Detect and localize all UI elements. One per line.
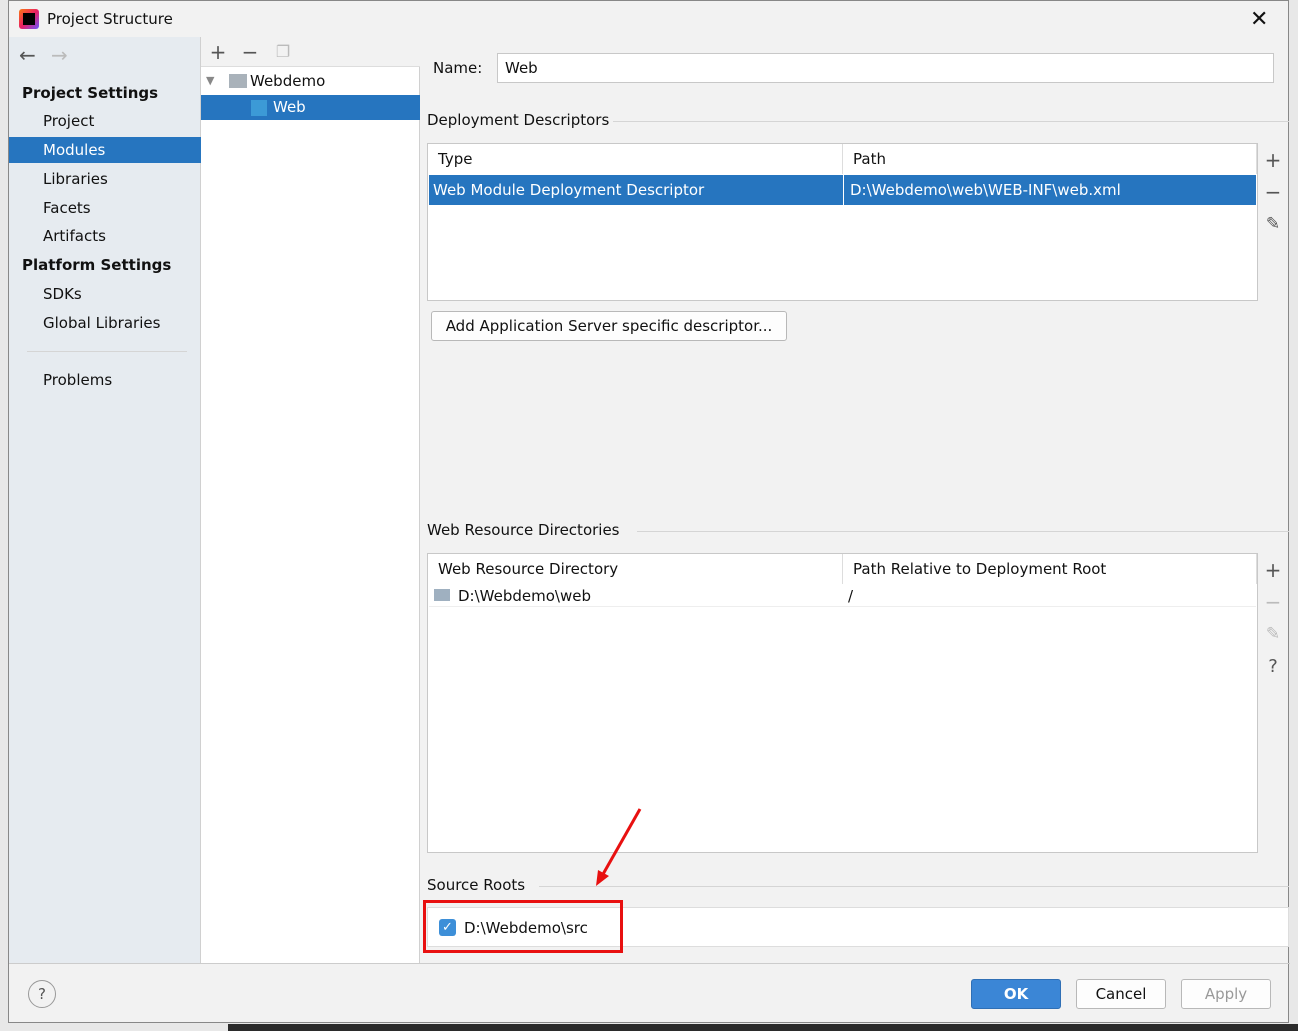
- platform-settings-header: Platform Settings: [22, 256, 172, 274]
- cell-directory: D:\Webdemo\web: [458, 587, 591, 605]
- remove-descriptor-icon[interactable]: −: [1263, 182, 1283, 202]
- nav-item-facets[interactable]: Facets: [9, 195, 201, 221]
- web-resource-directories-title: Web Resource Directories: [427, 521, 620, 539]
- column-header-directory[interactable]: Web Resource Directory: [428, 554, 843, 584]
- add-icon[interactable]: +: [208, 42, 228, 62]
- forward-icon[interactable]: →: [51, 43, 68, 67]
- apply-button[interactable]: Apply: [1181, 979, 1271, 1009]
- deployment-descriptors-title: Deployment Descriptors: [427, 111, 610, 129]
- nav-item-artifacts[interactable]: Artifacts: [9, 223, 201, 249]
- nav-item-project[interactable]: Project: [9, 108, 201, 134]
- cell-path: D:\Webdemo\web\WEB-INF\web.xml: [850, 181, 1121, 199]
- back-icon[interactable]: ←: [19, 43, 36, 67]
- remove-icon[interactable]: −: [240, 42, 260, 62]
- edit-descriptor-icon[interactable]: ✎: [1263, 214, 1283, 234]
- edit-resource-icon[interactable]: ✎: [1263, 624, 1283, 644]
- title-bar: Project Structure ✕: [9, 1, 1288, 37]
- divider: [613, 121, 1289, 122]
- cell-type: Web Module Deployment Descriptor: [433, 181, 705, 199]
- deployment-descriptors-table: Type Path Web Module Deployment Descript…: [427, 143, 1258, 301]
- close-icon[interactable]: ✕: [1250, 7, 1268, 32]
- nav-item-libraries[interactable]: Libraries: [9, 166, 201, 192]
- tree-node-label: Web: [273, 98, 306, 116]
- add-resource-icon[interactable]: +: [1263, 560, 1283, 580]
- divider: [9, 963, 1290, 964]
- folder-icon: [434, 589, 450, 601]
- divider: [27, 351, 187, 352]
- help-resource-icon[interactable]: ?: [1263, 657, 1283, 677]
- ok-button[interactable]: OK: [971, 979, 1061, 1009]
- expand-arrow-icon[interactable]: ▼: [206, 69, 214, 93]
- column-header-relative-path[interactable]: Path Relative to Deployment Root: [843, 554, 1257, 584]
- column-header-path[interactable]: Path: [843, 144, 1257, 174]
- source-roots-title: Source Roots: [427, 876, 526, 894]
- table-row[interactable]: D:\Webdemo\web /: [429, 585, 1256, 607]
- nav-item-global-libraries[interactable]: Global Libraries: [9, 310, 201, 336]
- nav-item-modules[interactable]: Modules: [9, 137, 201, 163]
- add-server-descriptor-button[interactable]: Add Application Server specific descript…: [431, 311, 787, 341]
- table-row[interactable]: Web Module Deployment Descriptor D:\Webd…: [429, 175, 1256, 205]
- name-input[interactable]: Web: [497, 53, 1274, 83]
- help-button[interactable]: ?: [28, 980, 56, 1008]
- tree-toolbar: + − ❐: [201, 37, 420, 67]
- web-resource-directories-table: Web Resource Directory Path Relative to …: [427, 553, 1258, 853]
- tree-node-label: Webdemo: [250, 72, 326, 90]
- column-header-type[interactable]: Type: [428, 144, 843, 174]
- divider: [539, 886, 1289, 887]
- tree-node-webdemo[interactable]: ▼ Webdemo: [201, 69, 420, 93]
- module-folder-icon: [229, 74, 247, 88]
- name-label: Name:: [433, 59, 483, 77]
- remove-resource-icon[interactable]: −: [1263, 592, 1283, 612]
- annotation-arrow: [596, 808, 642, 886]
- tree-node-web[interactable]: Web: [201, 95, 420, 120]
- divider: [637, 531, 1289, 532]
- window-title: Project Structure: [47, 10, 173, 28]
- background-ide-strip: [228, 1024, 1298, 1031]
- intellij-logo-icon: [19, 9, 39, 29]
- cancel-button[interactable]: Cancel: [1076, 979, 1166, 1009]
- module-tree-panel: + − ❐ ▼ Webdemo Web: [201, 37, 420, 963]
- project-structure-dialog: Project Structure ✕ ← → Project Settings…: [8, 0, 1290, 1023]
- add-descriptor-icon[interactable]: +: [1263, 150, 1283, 170]
- project-settings-header: Project Settings: [22, 84, 159, 102]
- web-facet-icon: [251, 100, 267, 116]
- annotation-highlight-box: [423, 900, 623, 953]
- copy-icon[interactable]: ❐: [273, 42, 293, 62]
- settings-nav: ← → Project Settings Project Modules Lib…: [9, 37, 201, 963]
- nav-item-problems[interactable]: Problems: [9, 367, 201, 393]
- nav-item-sdks[interactable]: SDKs: [9, 281, 201, 307]
- cell-relative-path: /: [848, 587, 854, 605]
